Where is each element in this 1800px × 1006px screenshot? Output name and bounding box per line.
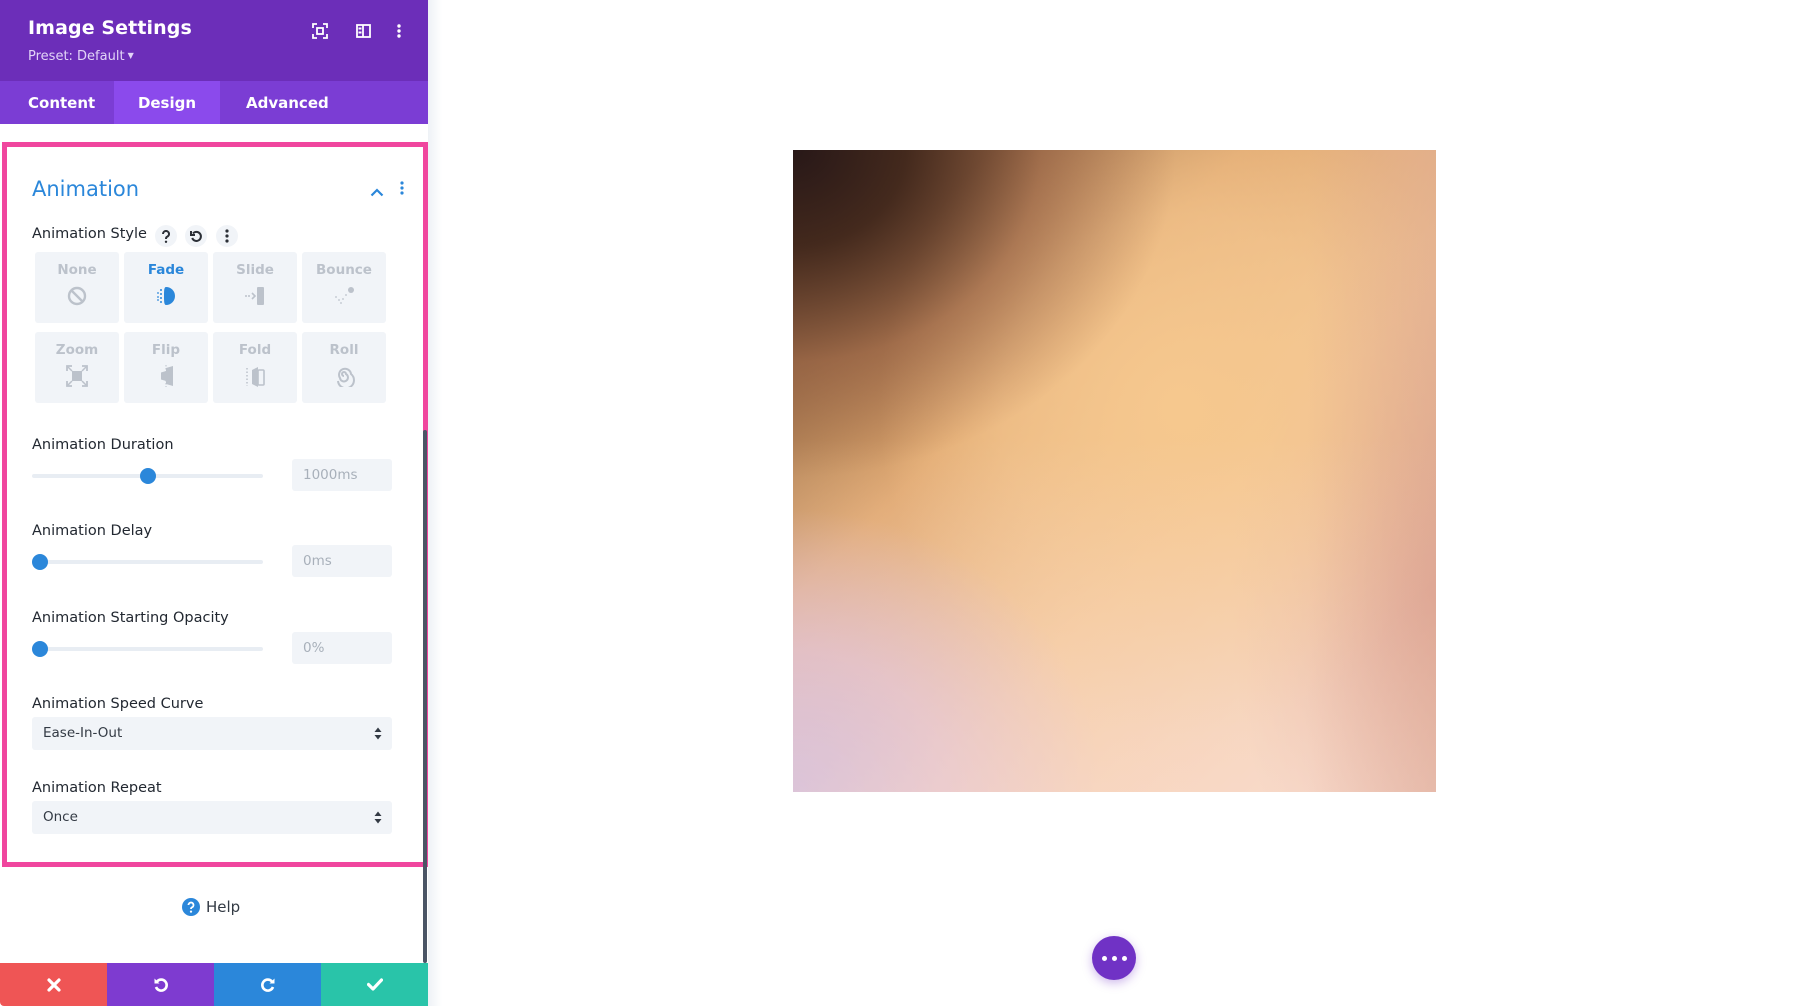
- section-title: Animation: [32, 177, 140, 201]
- tab-content[interactable]: Content: [0, 81, 114, 124]
- save-button[interactable]: [321, 963, 428, 1006]
- panel-header: Image Settings Preset: Default ▼: [0, 0, 428, 81]
- animation-delay-slider[interactable]: [32, 554, 263, 570]
- animation-delay-label: Animation Delay: [32, 523, 153, 539]
- style-option-label: Fold: [238, 342, 272, 358]
- close-button[interactable]: [0, 963, 107, 1006]
- style-option-label: Fade: [147, 262, 185, 278]
- style-option-slide[interactable]: Slide: [213, 252, 297, 323]
- slide-icon: [245, 287, 264, 305]
- select-arrows-icon: [374, 727, 382, 740]
- tab-advanced[interactable]: Advanced: [220, 81, 329, 124]
- tab-bar: Content Design Advanced: [0, 81, 428, 124]
- style-option-flip[interactable]: Flip: [124, 332, 208, 403]
- animation-speed-curve-select[interactable]: Ease-In-Out: [32, 717, 392, 750]
- style-option-zoom[interactable]: Zoom: [35, 332, 119, 403]
- undo-icon: [154, 977, 168, 992]
- none-icon: [67, 286, 87, 306]
- style-more-icon[interactable]: [216, 225, 238, 247]
- animation-duration-input[interactable]: [292, 459, 392, 491]
- style-option-fold[interactable]: Fold: [213, 332, 297, 403]
- animation-opacity-label: Animation Starting Opacity: [32, 610, 229, 626]
- animation-style-label: Animation Style: [32, 226, 147, 242]
- page-settings-fab[interactable]: [1092, 936, 1136, 980]
- style-option-label: Zoom: [55, 342, 99, 358]
- help-circle-icon: [182, 898, 200, 916]
- preset-label: Preset: Default: [28, 49, 125, 64]
- animation-repeat-label: Animation Repeat: [32, 780, 162, 796]
- animation-section: Animation Animation Style None Fade Slid…: [2, 142, 428, 867]
- close-icon: [46, 977, 61, 992]
- animation-duration-label: Animation Duration: [32, 437, 174, 453]
- panel-title: Image Settings: [28, 17, 192, 39]
- help-question-icon[interactable]: [155, 225, 177, 247]
- redo-button[interactable]: [214, 963, 321, 1006]
- image-module[interactable]: [793, 150, 1436, 792]
- style-option-label: Roll: [329, 342, 359, 358]
- more-options-icon[interactable]: [388, 20, 410, 42]
- preset-dropdown[interactable]: Preset: Default ▼: [28, 49, 134, 64]
- split-view-icon[interactable]: [352, 20, 374, 42]
- slider-thumb[interactable]: [139, 468, 156, 484]
- tab-design[interactable]: Design: [114, 81, 220, 124]
- roll-icon: [337, 367, 355, 387]
- section-more-icon[interactable]: [400, 180, 408, 198]
- animation-duration-slider[interactable]: [32, 468, 263, 484]
- select-arrows-icon: [374, 811, 382, 824]
- help-link[interactable]: Help: [182, 898, 240, 916]
- animation-delay-input[interactable]: [292, 545, 392, 577]
- dot-icon: [1101, 955, 1107, 961]
- help-label: Help: [206, 898, 241, 916]
- animation-opacity-slider[interactable]: [32, 641, 263, 657]
- slider-thumb[interactable]: [32, 641, 48, 657]
- style-option-label: None: [57, 262, 97, 278]
- dot-icon: [1111, 955, 1117, 961]
- chevron-up-icon[interactable]: [370, 182, 388, 197]
- reset-icon[interactable]: [185, 225, 207, 247]
- style-option-label: Bounce: [316, 262, 372, 278]
- slider-thumb[interactable]: [32, 554, 48, 570]
- bounce-icon: [335, 287, 354, 304]
- caret-down-icon: ▼: [127, 51, 134, 60]
- flip-icon: [161, 365, 173, 387]
- dot-icon: [1121, 955, 1127, 961]
- panel-scrollbar[interactable]: [423, 430, 427, 963]
- panel-footer: [0, 963, 428, 1006]
- select-value: Once: [43, 809, 78, 825]
- style-option-label: Flip: [151, 342, 181, 358]
- canvas-shadow: [428, 0, 442, 1006]
- fold-icon: [246, 367, 265, 387]
- animation-opacity-input[interactable]: [292, 632, 392, 664]
- image-gradient-edge: [793, 150, 1436, 792]
- select-value: Ease-In-Out: [43, 725, 123, 741]
- fade-icon: [157, 287, 175, 305]
- style-option-bounce[interactable]: Bounce: [302, 252, 386, 323]
- zoom-icon: [66, 365, 88, 387]
- style-option-none[interactable]: None: [35, 252, 119, 323]
- style-option-fade[interactable]: Fade: [124, 252, 208, 323]
- animation-speed-curve-label: Animation Speed Curve: [32, 696, 204, 712]
- animation-repeat-select[interactable]: Once: [32, 801, 392, 834]
- expand-icon[interactable]: [309, 20, 331, 42]
- style-option-roll[interactable]: Roll: [302, 332, 386, 403]
- style-option-label: Slide: [236, 262, 274, 278]
- checkmark-icon: [366, 978, 383, 991]
- settings-panel: Image Settings Preset: Default ▼ Content…: [0, 0, 428, 1006]
- redo-icon: [260, 977, 274, 992]
- undo-button[interactable]: [107, 963, 214, 1006]
